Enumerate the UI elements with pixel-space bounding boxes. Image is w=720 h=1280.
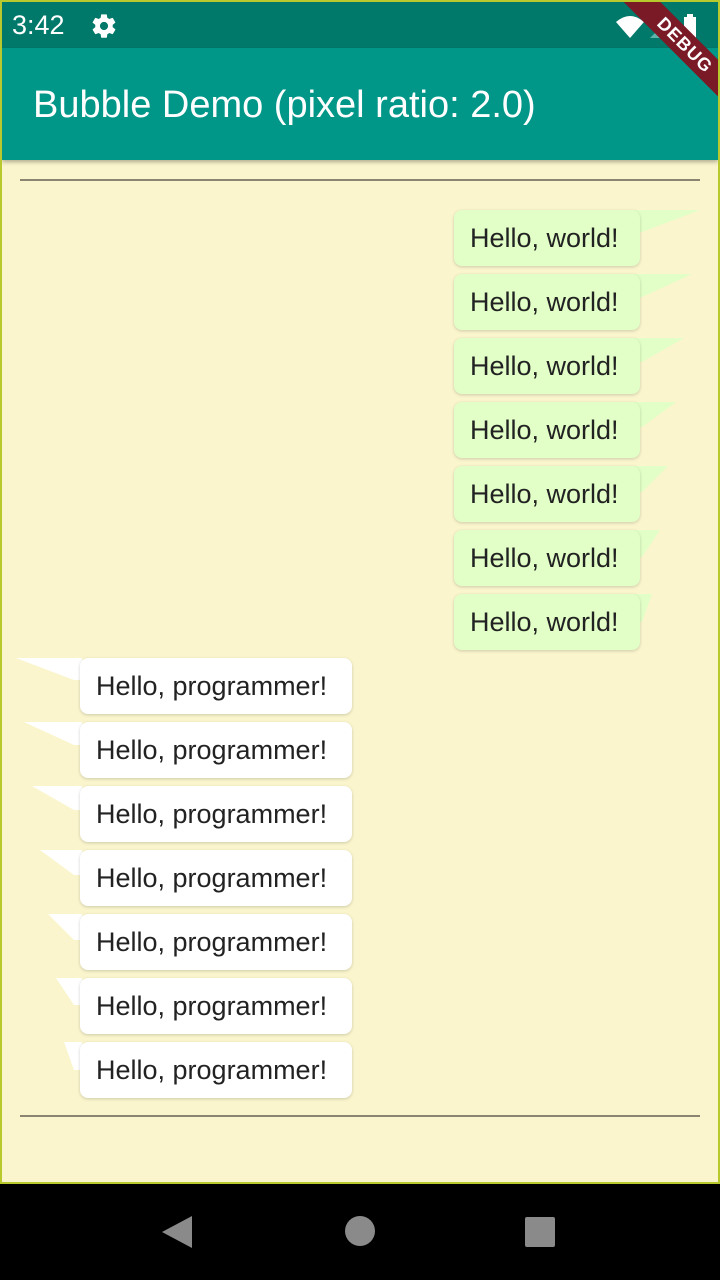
bubble-tail	[634, 530, 660, 557]
bubble-tail	[32, 786, 82, 810]
signal-icon	[650, 16, 672, 38]
incoming-message-bubble: Hello, programmer!	[80, 722, 352, 778]
outgoing-message-bubble: Hello, world!	[454, 210, 640, 266]
battery-icon	[684, 14, 696, 38]
bubble-tail	[634, 210, 700, 232]
status-icons	[614, 14, 702, 43]
outgoing-message-bubble: Hello, world!	[454, 274, 640, 330]
home-icon[interactable]	[345, 1216, 375, 1246]
incoming-message-bubble: Hello, programmer!	[80, 786, 352, 842]
bubble-tail	[64, 1042, 82, 1070]
outgoing-message-bubble: Hello, world!	[454, 466, 640, 522]
incoming-message-bubble: Hello, programmer!	[80, 850, 352, 906]
navigation-bar	[0, 1184, 720, 1280]
app-frame: 3:42 Bubble Demo (pixel ratio: 2.0) DEBU…	[0, 0, 720, 1184]
page-title: Bubble Demo (pixel ratio: 2.0)	[33, 84, 536, 126]
bottom-divider	[20, 1115, 700, 1117]
status-time: 3:42	[12, 10, 65, 40]
bubble-tail	[634, 274, 692, 297]
back-icon[interactable]	[162, 1216, 192, 1248]
incoming-message-bubble: Hello, programmer!	[80, 978, 352, 1034]
bubble-tail	[634, 466, 668, 492]
wifi-icon	[616, 16, 644, 38]
bubble-tail	[48, 914, 82, 940]
settings-gear-icon	[90, 12, 118, 45]
status-bar: 3:42	[2, 2, 718, 48]
outgoing-message-bubble: Hello, world!	[454, 530, 640, 586]
outgoing-message-bubble: Hello, world!	[454, 338, 640, 394]
bubble-tail	[16, 658, 82, 680]
bubble-tail	[56, 978, 82, 1005]
outgoing-message-bubble: Hello, world!	[454, 402, 640, 458]
bubble-tail	[40, 850, 82, 875]
incoming-message-bubble: Hello, programmer!	[80, 658, 352, 714]
bubble-tail	[634, 338, 684, 362]
top-divider	[20, 179, 700, 181]
recents-icon[interactable]	[525, 1217, 555, 1247]
incoming-message-bubble: Hello, programmer!	[80, 914, 352, 970]
bubble-tail	[24, 722, 82, 745]
outgoing-message-bubble: Hello, world!	[454, 594, 640, 650]
bubble-tail	[634, 594, 652, 622]
app-bar: Bubble Demo (pixel ratio: 2.0)	[2, 48, 718, 160]
incoming-message-bubble: Hello, programmer!	[80, 1042, 352, 1098]
bubble-tail	[634, 402, 676, 427]
